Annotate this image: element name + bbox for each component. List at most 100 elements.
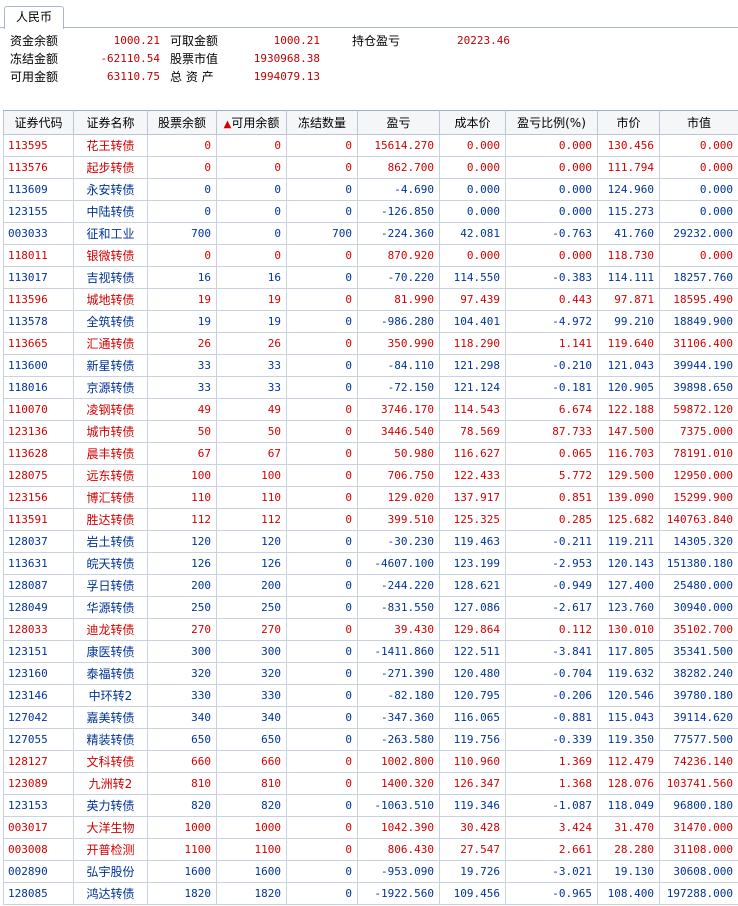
cell-market-price: 120.905 [597, 376, 660, 399]
cell-frozen-qty: 0 [286, 354, 358, 377]
table-row[interactable]: 127055 精装转债 650 650 0 -263.580 119.756 -0.339 11… [3, 728, 738, 751]
cell-cost-price: 116.065 [439, 706, 506, 729]
cell-available: 0 [216, 134, 287, 157]
cell-market-price: 112.479 [597, 750, 660, 773]
table-row[interactable]: 128085 鸿达转债 1820 1820 0 -1922.560 109.456 -0.96… [3, 882, 738, 905]
cell-code: 113609 [3, 178, 74, 201]
table-row[interactable]: 113595 花王转债 0 0 0 15614.270 0.000 0.000 130.456 0… [3, 134, 738, 157]
cell-pnl-ratio: 0.112 [505, 618, 598, 641]
table-row[interactable]: 003017 大洋生物 1000 1000 0 1042.390 30.428 3.424 31… [3, 816, 738, 839]
cell-name: 迪龙转债 [73, 618, 148, 641]
table-row[interactable]: 128127 文科转债 660 660 0 1002.800 110.960 1.369 112… [3, 750, 738, 773]
cell-code: 002890 [3, 860, 74, 883]
table-row[interactable]: 123155 中陆转债 0 0 0 -126.850 0.000 0.000 115.273 0.… [3, 200, 738, 223]
tab-rmb[interactable]: 人民币 [4, 6, 64, 29]
cell-frozen-qty: 0 [286, 750, 358, 773]
cell-stock-balance: 110 [147, 486, 217, 509]
table-row[interactable]: 128037 岩土转债 120 120 0 -30.230 119.463 -0.211 119… [3, 530, 738, 553]
table-body: 113595 花王转债 0 0 0 15614.270 0.000 0.000 130.456 0… [3, 134, 738, 905]
col-header-market-value[interactable]: 市值 [659, 110, 738, 135]
col-header-available[interactable]: ▲可用余额 [216, 110, 287, 135]
table-row[interactable]: 123146 中环转2 330 330 0 -82.180 120.795 -0.206 120… [3, 684, 738, 707]
cell-frozen-qty: 700 [286, 222, 358, 245]
cell-pnl: -1922.560 [357, 882, 440, 905]
holdings-grid: 证券代码 证券名称 股票余额 ▲可用余额 冻结数量 盈亏 成本价 盈亏比例(%)… [3, 110, 738, 905]
withdrawable-value: 1000.21 [273, 34, 320, 47]
col-header-frozen-qty[interactable]: 冻结数量 [286, 110, 358, 135]
cell-market-price: 130.010 [597, 618, 660, 641]
cell-stock-balance: 660 [147, 750, 217, 773]
col-header-name[interactable]: 证券名称 [73, 110, 148, 135]
table-row[interactable]: 110070 凌钢转债 49 49 0 3746.170 114.543 6.674 122.1… [3, 398, 738, 421]
col-header-stock-balance[interactable]: 股票余额 [147, 110, 217, 135]
cell-market-price: 31.470 [597, 816, 660, 839]
cell-stock-balance: 26 [147, 332, 217, 355]
cell-code: 113017 [3, 266, 74, 289]
cell-stock-balance: 0 [147, 178, 217, 201]
col-header-market-price[interactable]: 市价 [597, 110, 660, 135]
col-header-pnl[interactable]: 盈亏 [357, 110, 440, 135]
table-row[interactable]: 118011 银微转债 0 0 0 870.920 0.000 0.000 118.730 0.0… [3, 244, 738, 267]
col-header-pnl-ratio[interactable]: 盈亏比例(%) [505, 110, 598, 135]
col-header-available-label: 可用余额 [231, 116, 280, 130]
cell-stock-balance: 330 [147, 684, 217, 707]
table-row[interactable]: 113576 起步转债 0 0 0 862.700 0.000 0.000 111.794 0.0… [3, 156, 738, 179]
cell-market-price: 118.730 [597, 244, 660, 267]
table-row[interactable]: 118016 京源转债 33 33 0 -72.150 121.124 -0.181 120.9… [3, 376, 738, 399]
cell-cost-price: 127.086 [439, 596, 506, 619]
table-row[interactable]: 123153 英力转债 820 820 0 -1063.510 119.346 -1.087 1… [3, 794, 738, 817]
cell-market-price: 121.043 [597, 354, 660, 377]
table-row[interactable]: 113017 吉视转债 16 16 0 -70.220 114.550 -0.383 114.1… [3, 266, 738, 289]
table-row[interactable]: 123151 康医转债 300 300 0 -1411.860 122.511 -3.841 1… [3, 640, 738, 663]
cell-available: 100 [216, 464, 287, 487]
table-row[interactable]: 113591 胜达转债 112 112 0 399.510 125.325 0.285 125.… [3, 508, 738, 531]
table-row[interactable]: 128075 远东转债 100 100 0 706.750 122.433 5.772 129.… [3, 464, 738, 487]
cell-code: 003017 [3, 816, 74, 839]
cell-pnl: 1042.390 [357, 816, 440, 839]
cell-cost-price: 0.000 [439, 244, 506, 267]
cell-name: 新星转债 [73, 354, 148, 377]
table-row[interactable]: 113628 晨丰转债 67 67 0 50.980 116.627 0.065 116.703… [3, 442, 738, 465]
table-row[interactable]: 003033 征和工业 700 0 700 -224.360 42.081 -0.763 41.… [3, 222, 738, 245]
table-row[interactable]: 123160 泰福转债 320 320 0 -271.390 120.480 -0.704 11… [3, 662, 738, 685]
cell-pnl-ratio: -0.181 [505, 376, 598, 399]
fund-balance-label: 资金余额 [10, 34, 59, 48]
cell-pnl-ratio: -0.211 [505, 530, 598, 553]
cell-frozen-qty: 0 [286, 244, 358, 267]
table-row[interactable]: 113665 汇通转债 26 26 0 350.990 118.290 1.141 119.64… [3, 332, 738, 355]
cell-pnl-ratio: 87.733 [505, 420, 598, 443]
cell-name: 皖天转债 [73, 552, 148, 575]
table-row[interactable]: 123156 博汇转债 110 110 0 129.020 137.917 0.851 139.… [3, 486, 738, 509]
cell-stock-balance: 120 [147, 530, 217, 553]
table-row[interactable]: 123089 九洲转2 810 810 0 1400.320 126.347 1.368 128… [3, 772, 738, 795]
table-row[interactable]: 128033 迪龙转债 270 270 0 39.430 129.864 0.112 130.0… [3, 618, 738, 641]
cell-pnl: -347.360 [357, 706, 440, 729]
table-row[interactable]: 003008 开普检测 1100 1100 0 806.430 27.547 2.661 28.… [3, 838, 738, 861]
cell-pnl-ratio: 0.000 [505, 244, 598, 267]
cell-cost-price: 119.346 [439, 794, 506, 817]
cell-name: 晨丰转债 [73, 442, 148, 465]
cell-stock-balance: 33 [147, 376, 217, 399]
table-row[interactable]: 113609 永安转债 0 0 0 -4.690 0.000 0.000 124.960 0.00… [3, 178, 738, 201]
col-header-code[interactable]: 证券代码 [3, 110, 74, 135]
table-row[interactable]: 128049 华源转债 250 250 0 -831.550 127.086 -2.617 12… [3, 596, 738, 619]
table-row[interactable]: 113578 全筑转债 19 19 0 -986.280 104.401 -4.972 99.2… [3, 310, 738, 333]
cell-market-price: 119.350 [597, 728, 660, 751]
table-row[interactable]: 128087 孚日转债 200 200 0 -244.220 128.621 -0.949 12… [3, 574, 738, 597]
cell-market-price: 129.500 [597, 464, 660, 487]
table-row[interactable]: 113600 新星转债 33 33 0 -84.110 121.298 -0.210 121.0… [3, 354, 738, 377]
table-row[interactable]: 113596 城地转债 19 19 0 81.990 97.439 0.443 97.871 18… [3, 288, 738, 311]
cell-frozen-qty: 0 [286, 442, 358, 465]
table-row[interactable]: 002890 弘宇股份 1600 1600 0 -953.090 19.726 -3.021 1… [3, 860, 738, 883]
table-row[interactable]: 127042 嘉美转债 340 340 0 -347.360 116.065 -0.881 11… [3, 706, 738, 729]
cell-available: 67 [216, 442, 287, 465]
cell-market-price: 19.130 [597, 860, 660, 883]
cell-code: 123146 [3, 684, 74, 707]
cell-pnl: 706.750 [357, 464, 440, 487]
cell-market-value: 35102.700 [659, 618, 738, 641]
cell-available: 0 [216, 222, 287, 245]
col-header-cost-price[interactable]: 成本价 [439, 110, 506, 135]
table-row[interactable]: 113631 皖天转债 126 126 0 -4607.100 123.199 -2.953 1… [3, 552, 738, 575]
table-row[interactable]: 123136 城市转债 50 50 0 3446.540 78.569 87.733 147.5… [3, 420, 738, 443]
cell-stock-balance: 0 [147, 200, 217, 223]
